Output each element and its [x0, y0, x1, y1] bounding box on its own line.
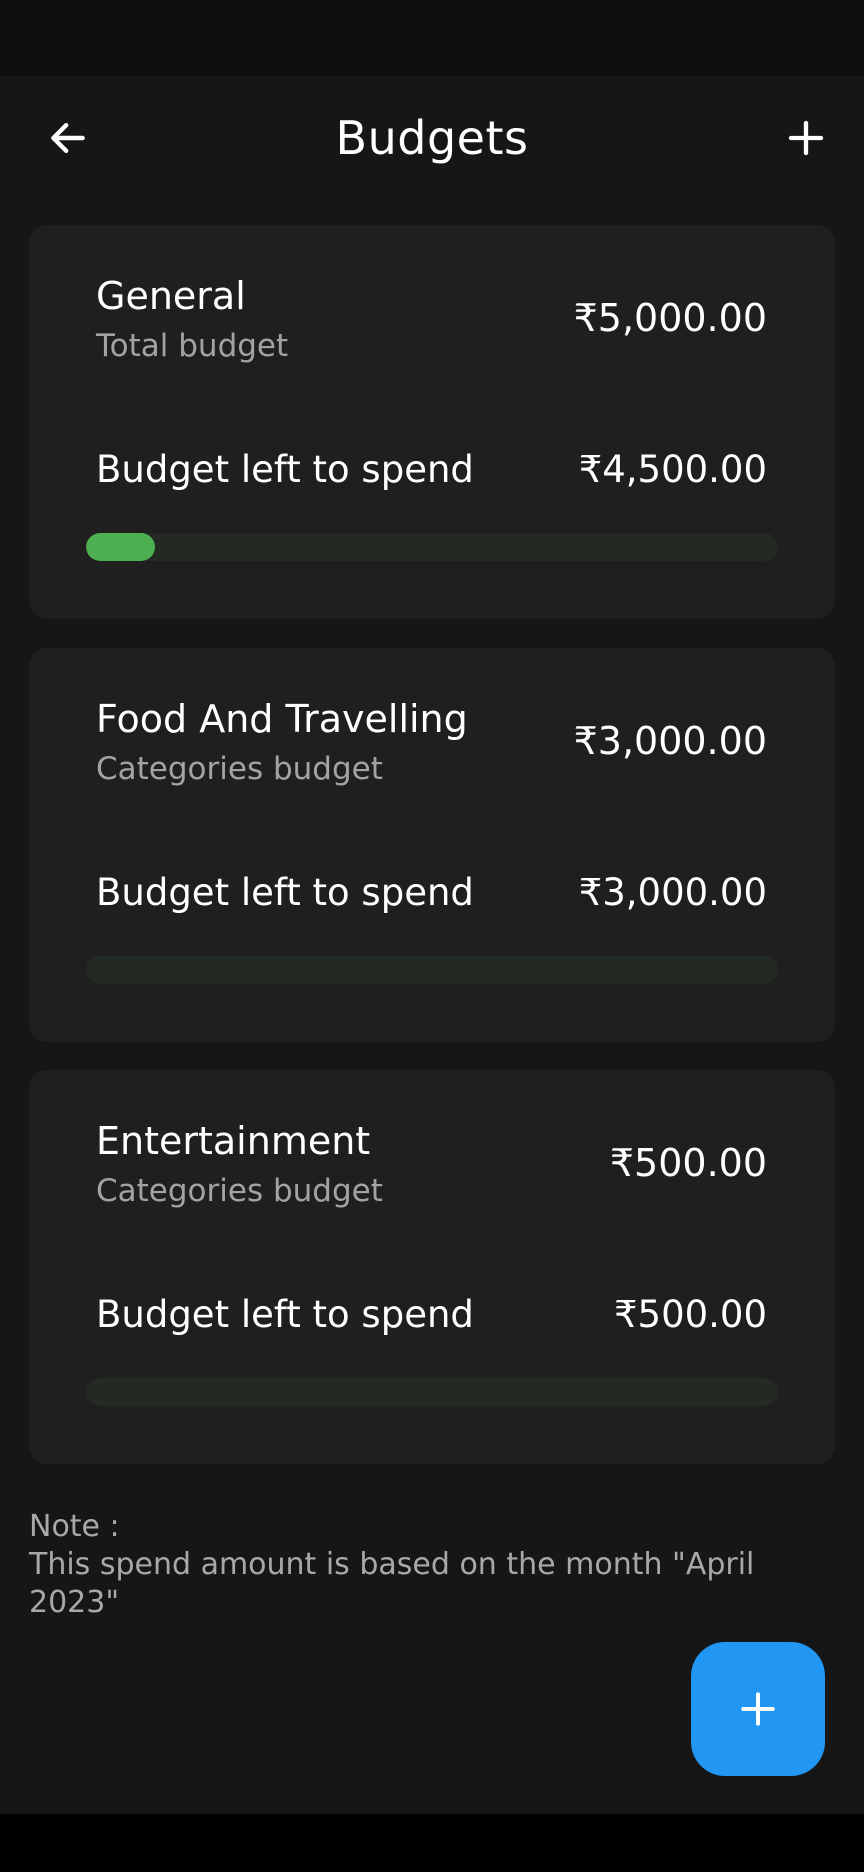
budget-left-label: Budget left to spend — [96, 871, 474, 914]
app-bar: Budgets — [0, 76, 864, 212]
budget-type: Categories budget — [96, 1173, 383, 1209]
system-nav-bar — [0, 1814, 864, 1872]
budget-card-food-and-travelling[interactable]: Food And Travelling Categories budget ₹3… — [29, 648, 835, 1042]
budget-name: Entertainment — [96, 1119, 371, 1163]
budget-left-label: Budget left to spend — [96, 1293, 474, 1336]
add-budget-button[interactable] — [774, 106, 838, 170]
budget-progress-fill — [86, 533, 156, 561]
budget-name: General — [96, 274, 246, 318]
budget-name: Food And Travelling — [96, 697, 468, 741]
plus-icon — [741, 1692, 775, 1726]
budget-left-label: Budget left to spend — [96, 448, 474, 491]
budget-card-general[interactable]: General Total budget ₹5,000.00 Budget le… — [29, 225, 835, 619]
budget-left-amount: ₹4,500.00 — [578, 448, 767, 491]
budget-progress-bar — [86, 956, 778, 984]
note-label: Note : — [29, 1509, 120, 1544]
budget-progress-bar — [86, 1378, 778, 1406]
budget-amount: ₹500.00 — [609, 1141, 767, 1185]
budget-progress-bar — [86, 533, 778, 561]
budget-left-amount: ₹3,000.00 — [578, 871, 767, 914]
add-fab-button[interactable] — [691, 1642, 825, 1776]
budget-amount: ₹5,000.00 — [573, 296, 767, 340]
budget-card-entertainment[interactable]: Entertainment Categories budget ₹500.00 … — [29, 1070, 835, 1464]
budget-type: Categories budget — [96, 751, 383, 787]
plus-icon — [788, 120, 824, 156]
page-title: Budgets — [335, 111, 529, 165]
budget-left-amount: ₹500.00 — [613, 1293, 767, 1336]
note-text: This spend amount is based on the month … — [29, 1547, 755, 1620]
status-bar — [0, 0, 864, 76]
budget-amount: ₹3,000.00 — [573, 719, 767, 763]
budget-type: Total budget — [96, 328, 289, 364]
month-note: Note : This spend amount is based on the… — [29, 1508, 809, 1622]
